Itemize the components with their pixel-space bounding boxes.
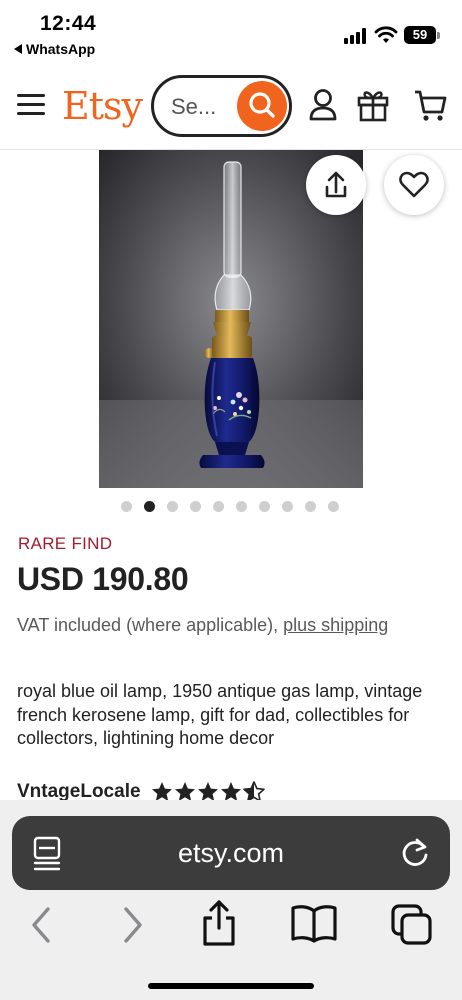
heart-icon	[399, 171, 429, 198]
gallery-dot[interactable]	[259, 501, 270, 512]
back-to-app-link[interactable]: WhatsApp	[14, 41, 95, 57]
battery-cap	[437, 32, 440, 39]
gallery-dot[interactable]	[121, 501, 132, 512]
product-gallery	[0, 150, 462, 495]
search-input[interactable]: Se...	[151, 75, 292, 137]
status-time: 12:44	[40, 12, 97, 35]
status-bar: 12:44 WhatsApp 59	[0, 0, 462, 62]
search-placeholder: Se...	[171, 94, 217, 119]
gallery-dot[interactable]	[328, 501, 339, 512]
address-bar[interactable]: etsy.com	[12, 816, 450, 890]
etsy-header: Etsy Se...	[0, 62, 462, 150]
share-button[interactable]	[306, 155, 366, 215]
home-indicator[interactable]	[148, 983, 314, 989]
shipping-link[interactable]: plus shipping	[283, 615, 388, 635]
product-title: royal blue oil lamp, 1950 antique gas la…	[17, 681, 423, 748]
tabs-icon[interactable]	[389, 902, 435, 948]
gallery-dot-active[interactable]	[144, 501, 155, 512]
menu-icon[interactable]	[17, 94, 45, 116]
gallery-dot[interactable]	[213, 501, 224, 512]
vat-text: VAT included (where applicable),	[17, 615, 284, 635]
url-text: etsy.com	[177, 838, 285, 868]
gallery-pagination	[0, 501, 462, 515]
account-icon[interactable]	[308, 87, 338, 123]
battery-level: 59	[412, 27, 428, 42]
back-app-label: WhatsApp	[26, 41, 96, 57]
wifi-icon	[374, 26, 398, 43]
cart-icon[interactable]	[413, 87, 447, 123]
gallery-dot[interactable]	[305, 501, 316, 512]
favorite-button[interactable]	[384, 155, 444, 215]
share-icon[interactable]	[199, 898, 239, 948]
share-icon	[325, 171, 347, 198]
back-triangle-icon	[14, 44, 22, 54]
rare-find-badge: RARE FIND	[18, 534, 113, 553]
cellular-signal-icon	[344, 28, 370, 44]
etsy-logo[interactable]: Etsy	[62, 84, 143, 128]
bookmarks-icon[interactable]	[290, 903, 338, 943]
search-icon	[249, 92, 275, 118]
forward-icon[interactable]	[118, 903, 148, 947]
gallery-dot[interactable]	[167, 501, 178, 512]
battery-icon: 59	[404, 26, 436, 44]
search-button[interactable]	[237, 81, 287, 131]
gallery-dot[interactable]	[236, 501, 247, 512]
product-price: USD 190.80	[17, 561, 189, 597]
gift-icon[interactable]	[356, 87, 390, 123]
gallery-dot[interactable]	[190, 501, 201, 512]
gallery-dot[interactable]	[282, 501, 293, 512]
reload-icon[interactable]	[398, 836, 432, 870]
browser-toolbar: etsy.com	[0, 800, 462, 1000]
vat-note: VAT included (where applicable), plus sh…	[17, 612, 447, 639]
back-icon[interactable]	[26, 903, 56, 947]
